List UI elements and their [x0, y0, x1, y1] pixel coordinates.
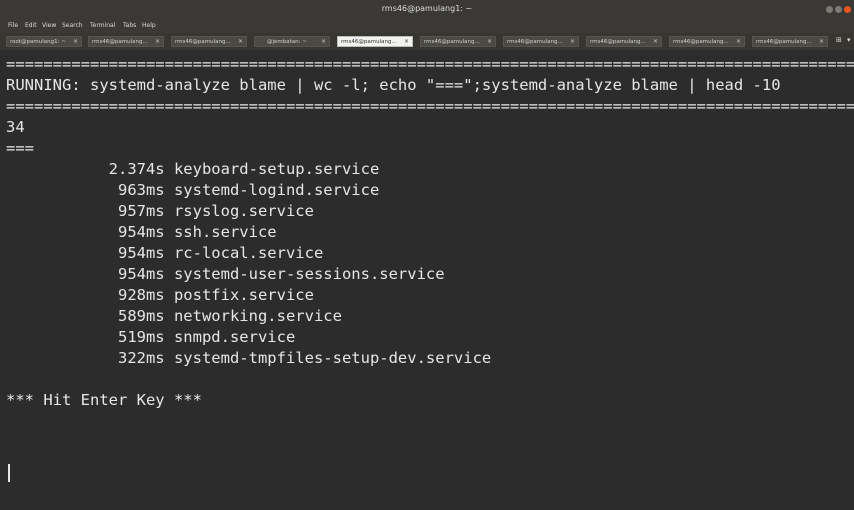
tab-6[interactable]: rms46@pamulang... × [420, 36, 496, 47]
tab-close-icon[interactable]: × [819, 38, 824, 46]
close-icon[interactable] [844, 6, 851, 13]
menu-tabs[interactable]: Tabs [123, 22, 136, 29]
tab-close-icon[interactable]: × [238, 38, 243, 46]
tab-3[interactable]: rms46@pamulang... × [171, 36, 247, 47]
tab-close-icon[interactable]: × [736, 38, 741, 46]
tab-close-icon[interactable]: × [155, 38, 160, 46]
tab-8[interactable]: rms46@pamulang... × [586, 36, 662, 47]
terminal-line: 519ms snmpd.service [6, 328, 296, 346]
tab-close-icon[interactable]: × [404, 38, 409, 46]
terminal-line: 954ms ssh.service [6, 223, 277, 241]
tab-close-icon[interactable]: × [487, 38, 492, 46]
menu-edit[interactable]: Edit [25, 22, 37, 29]
tab-4[interactable]: @jembatan: ~ × [254, 36, 330, 47]
tab-9[interactable]: rms46@pamulang... × [669, 36, 745, 47]
tab-label: rms46@pamulang... [175, 39, 231, 45]
terminal-line: === [6, 139, 34, 157]
tab-label: rms46@pamulang... [673, 39, 729, 45]
terminal-line: 34 [6, 118, 25, 136]
chevron-down-icon[interactable]: ▾ [847, 36, 851, 44]
tab-10[interactable]: rms46@pamulang... × [752, 36, 828, 47]
tab-label: rms46@pamulang... [590, 39, 646, 45]
terminal-line: RUNNING: systemd-analyze blame | wc -l; … [6, 76, 781, 94]
menu-bar: File Edit View Search Terminal Tabs Help [0, 19, 854, 33]
terminal-line: 928ms postfix.service [6, 286, 314, 304]
tab-close-icon[interactable]: × [653, 38, 658, 46]
new-tab-icon[interactable]: ⊞ [836, 36, 842, 44]
terminal-area[interactable]: ========================================… [4, 50, 854, 510]
tab-label: rms46@pamulang... [424, 39, 480, 45]
window-title: rms46@pamulang1: ~ [381, 4, 473, 13]
tab-1[interactable]: root@pamulang1: ~ × [6, 36, 82, 47]
terminal-line: 954ms systemd-user-sessions.service [6, 265, 445, 283]
terminal-line: 589ms networking.service [6, 307, 342, 325]
tab-label: root@pamulang1: ~ [10, 39, 66, 45]
terminal-line: *** Hit Enter Key *** [6, 391, 202, 409]
tab-label: rms46@pamulang... [92, 39, 148, 45]
tab-bar: root@pamulang1: ~ × rms46@pamulang... × rm… [0, 33, 854, 50]
terminal-line: ========================================… [6, 97, 854, 115]
menu-help[interactable]: Help [142, 22, 156, 29]
tab-label: @jembatan: ~ [267, 39, 307, 45]
tab-label: rms46@pamulang... [507, 39, 563, 45]
minimize-icon[interactable] [826, 6, 833, 13]
terminal-line: 957ms rsyslog.service [6, 202, 314, 220]
terminal-output: ========================================… [6, 54, 854, 411]
terminal-line: ========================================… [6, 55, 854, 73]
menu-terminal[interactable]: Terminal [90, 22, 115, 29]
menu-search[interactable]: Search [62, 22, 83, 29]
tab-label: rms46@pamulang... [756, 39, 812, 45]
tab-close-icon[interactable]: × [321, 38, 326, 46]
terminal-line: 954ms rc-local.service [6, 244, 324, 262]
window-titlebar[interactable]: rms46@pamulang1: ~ [0, 0, 854, 19]
tab-close-icon[interactable]: × [73, 38, 78, 46]
tab-5[interactable]: rms46@pamulang... × [337, 36, 413, 47]
tab-7[interactable]: rms46@pamulang... × [503, 36, 579, 47]
maximize-icon[interactable] [835, 6, 842, 13]
terminal-line: 963ms systemd-logind.service [6, 181, 380, 199]
tab-2[interactable]: rms46@pamulang... × [88, 36, 164, 47]
terminal-line: 2.374s keyboard-setup.service [6, 160, 380, 178]
tab-label: rms46@pamulang... [341, 39, 397, 45]
terminal-cursor [8, 464, 10, 482]
terminal-line: 322ms systemd-tmpfiles-setup-dev.service [6, 349, 492, 367]
menu-view[interactable]: View [42, 22, 56, 29]
tab-close-icon[interactable]: × [570, 38, 575, 46]
menu-file[interactable]: File [8, 22, 18, 29]
